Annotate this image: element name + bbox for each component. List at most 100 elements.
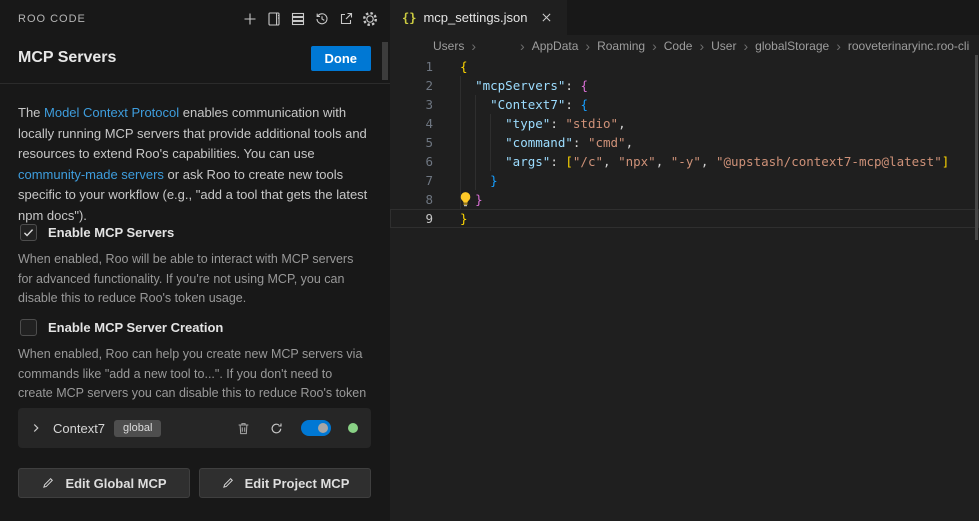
server-row-context7: Context7 global bbox=[18, 408, 371, 448]
chevron-right-icon: › bbox=[520, 38, 525, 54]
code-lines: 1{2 "mcpServers": {3 "Context7": {4 "typ… bbox=[390, 57, 979, 228]
panel-title-row: MCP Servers Done bbox=[18, 44, 371, 72]
enable-mcp-servers-row: Enable MCP Servers bbox=[20, 224, 174, 241]
done-button[interactable]: Done bbox=[311, 46, 372, 71]
code-text: "args": ["/c", "npx", "-y", "@upstash/co… bbox=[460, 152, 949, 171]
new-task-button[interactable] bbox=[241, 11, 258, 28]
line-number: 1 bbox=[390, 57, 433, 76]
editor-scrollbar[interactable] bbox=[975, 55, 978, 240]
app-name: ROO CODE bbox=[18, 13, 86, 25]
chevron-right-icon: › bbox=[699, 38, 704, 54]
code-line[interactable]: 9} bbox=[390, 209, 979, 228]
footer-buttons: Edit Global MCP Edit Project MCP bbox=[18, 468, 371, 498]
server-name: Context7 bbox=[53, 421, 105, 436]
line-number: 2 bbox=[390, 76, 433, 95]
tab-label: mcp_settings.json bbox=[423, 10, 527, 25]
chevron-right-icon: › bbox=[743, 38, 748, 54]
breadcrumb-segment[interactable]: rooveterinaryinc.roo-cli bbox=[848, 39, 969, 53]
breadcrumb-segment[interactable]: Roaming bbox=[597, 39, 645, 53]
breadcrumb-segment[interactable]: globalStorage bbox=[755, 39, 829, 53]
pencil-icon bbox=[221, 476, 235, 490]
notepad-icon bbox=[266, 11, 282, 27]
tab-mcp-settings-json[interactable]: {} mcp_settings.json bbox=[390, 0, 567, 35]
enable-mcp-creation-row: Enable MCP Server Creation bbox=[20, 319, 223, 336]
code-line[interactable]: 1{ bbox=[390, 57, 979, 76]
header-divider bbox=[0, 83, 390, 84]
code-line[interactable]: 5 "command": "cmd", bbox=[390, 133, 979, 152]
chevron-right-icon: › bbox=[585, 38, 590, 54]
community-servers-link[interactable]: community-made servers bbox=[18, 167, 164, 182]
code-line[interactable]: 2 "mcpServers": { bbox=[390, 76, 979, 95]
edit-global-mcp-button[interactable]: Edit Global MCP bbox=[18, 468, 190, 498]
page-title: MCP Servers bbox=[18, 49, 116, 67]
line-number: 9 bbox=[390, 209, 433, 228]
line-number: 6 bbox=[390, 152, 433, 171]
code-text: "type": "stdio", bbox=[460, 114, 626, 133]
checkmark-icon bbox=[22, 226, 35, 239]
chevron-right-icon: › bbox=[471, 38, 476, 54]
toggle-knob bbox=[318, 423, 328, 433]
panel-scrollbar[interactable] bbox=[382, 42, 388, 80]
status-dot bbox=[348, 423, 358, 433]
prompts-button[interactable] bbox=[265, 11, 282, 28]
code-line[interactable]: 3 "Context7": { bbox=[390, 95, 979, 114]
intro-text: The bbox=[18, 105, 44, 120]
roo-code-panel: ROO CODE bbox=[0, 0, 390, 521]
pencil-icon bbox=[41, 476, 55, 490]
code-text: } bbox=[460, 209, 468, 228]
code-editor[interactable]: 1{2 "mcpServers": {3 "Context7": {4 "typ… bbox=[390, 55, 979, 521]
mcp-servers-icon bbox=[290, 11, 306, 27]
breadcrumb-segment[interactable]: User bbox=[711, 39, 736, 53]
edit-project-mcp-button[interactable]: Edit Project MCP bbox=[199, 468, 371, 498]
model-context-protocol-link[interactable]: Model Context Protocol bbox=[44, 105, 179, 120]
json-braces-icon: {} bbox=[402, 11, 416, 25]
enable-mcp-creation-checkbox[interactable] bbox=[20, 319, 37, 336]
plus-icon bbox=[242, 11, 258, 27]
expand-server-button[interactable] bbox=[28, 420, 44, 436]
history-button[interactable] bbox=[313, 11, 330, 28]
code-line[interactable]: 7 } bbox=[390, 171, 979, 190]
line-number: 8 bbox=[390, 190, 433, 209]
gear-icon bbox=[362, 11, 378, 27]
enable-mcp-servers-checkbox[interactable] bbox=[20, 224, 37, 241]
line-number: 4 bbox=[390, 114, 433, 133]
trash-icon bbox=[236, 421, 251, 436]
open-external-icon bbox=[338, 11, 354, 27]
code-text: "mcpServers": { bbox=[460, 76, 588, 95]
intro-paragraph: The Model Context Protocol enables commu… bbox=[18, 103, 372, 226]
restart-server-button[interactable] bbox=[268, 420, 284, 436]
code-text: { bbox=[460, 57, 468, 76]
server-row-left: Context7 global bbox=[28, 420, 161, 437]
mcp-servers-button[interactable] bbox=[289, 11, 306, 28]
app-window: ROO CODE bbox=[0, 0, 979, 521]
code-line[interactable]: 6 "args": ["/c", "npx", "-y", "@upstash/… bbox=[390, 152, 979, 171]
chevron-right-icon bbox=[29, 421, 43, 435]
line-number: 5 bbox=[390, 133, 433, 152]
scope-badge: global bbox=[114, 420, 161, 437]
breadcrumb-segment[interactable]: Code bbox=[664, 39, 693, 53]
chevron-right-icon: › bbox=[836, 38, 841, 54]
close-icon bbox=[540, 11, 553, 24]
lightbulb-icon[interactable] bbox=[458, 191, 473, 207]
settings-button[interactable] bbox=[361, 11, 378, 28]
line-number: 3 bbox=[390, 95, 433, 114]
delete-server-button[interactable] bbox=[235, 420, 251, 436]
refresh-icon bbox=[269, 421, 284, 436]
tab-bar: {} mcp_settings.json bbox=[390, 0, 979, 35]
breadcrumb-segment[interactable]: AppData bbox=[532, 39, 579, 53]
open-in-editor-button[interactable] bbox=[337, 11, 354, 28]
enable-mcp-servers-label: Enable MCP Servers bbox=[48, 225, 174, 240]
code-line[interactable]: 8 } bbox=[390, 190, 979, 209]
breadcrumb-segment[interactable]: Users bbox=[433, 39, 464, 53]
code-line[interactable]: 4 "type": "stdio", bbox=[390, 114, 979, 133]
panel-toolbar bbox=[241, 11, 378, 28]
code-text: "Context7": { bbox=[460, 95, 588, 114]
history-icon bbox=[314, 11, 330, 27]
close-tab-button[interactable] bbox=[539, 10, 555, 26]
server-enabled-toggle[interactable] bbox=[301, 420, 331, 436]
edit-global-mcp-label: Edit Global MCP bbox=[65, 476, 166, 491]
code-text: "command": "cmd", bbox=[460, 133, 633, 152]
enable-mcp-servers-description: When enabled, Roo will be able to intera… bbox=[18, 250, 368, 309]
editor-group: {} mcp_settings.json Users › › AppData › Roam… bbox=[390, 0, 979, 521]
breadcrumb: Users › › AppData › Roaming › Code › User › globalS… bbox=[390, 35, 979, 56]
